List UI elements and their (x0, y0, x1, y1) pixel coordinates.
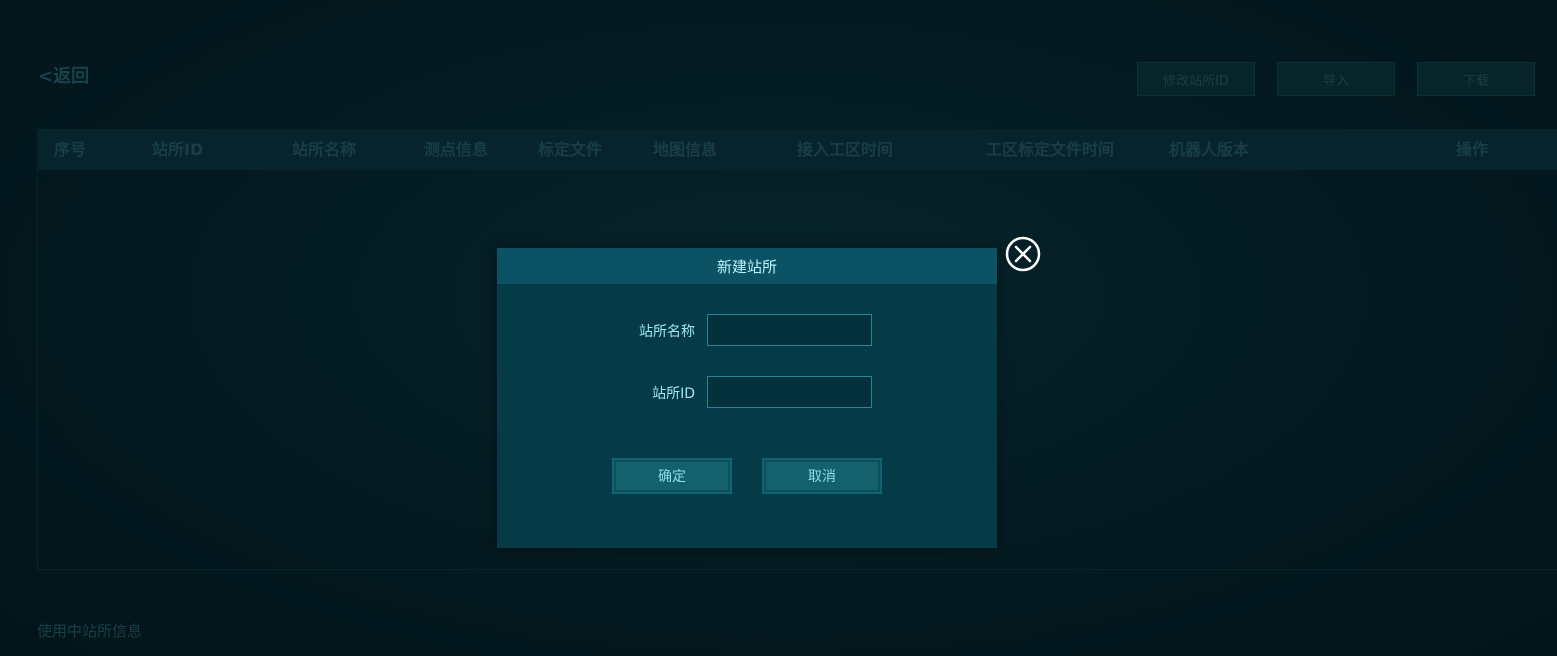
station-id-label: 站所ID (652, 386, 695, 402)
station-name-label: 站所名称 (639, 324, 695, 340)
close-dialog-button[interactable] (1005, 236, 1041, 272)
station-id-input[interactable] (707, 376, 872, 408)
cancel-button[interactable]: 取消 (762, 458, 882, 494)
station-name-input[interactable] (707, 314, 872, 346)
dialog-title: 新建站所 (497, 248, 997, 284)
close-icon (1005, 236, 1041, 272)
confirm-button[interactable]: 确定 (612, 458, 732, 494)
new-station-dialog: 新建站所 站所名称 站所ID 确定 取消 (497, 248, 997, 548)
